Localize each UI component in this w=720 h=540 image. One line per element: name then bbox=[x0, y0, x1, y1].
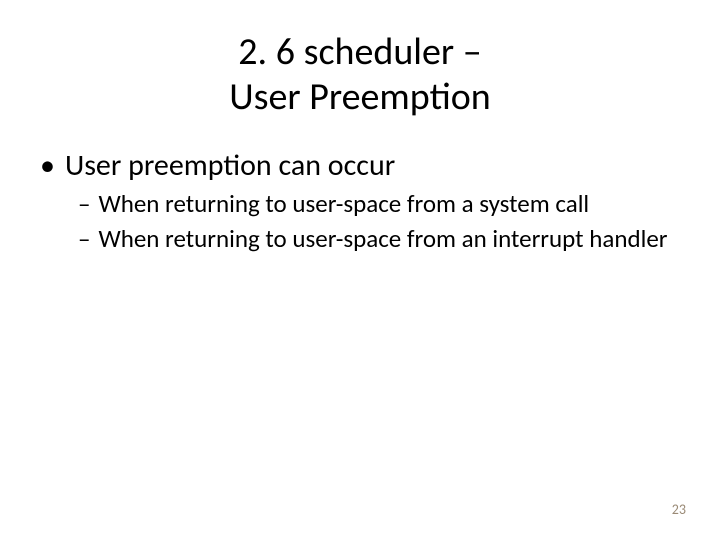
subbullet-1: – When returning to user-space from a sy… bbox=[78, 188, 680, 219]
bullet-main: • User preemption can occur bbox=[40, 148, 680, 184]
slide: 2. 6 scheduler – User Preemption • User … bbox=[0, 0, 720, 540]
bullet-marker: • bbox=[40, 148, 55, 184]
bullet-text: User preemption can occur bbox=[65, 148, 395, 184]
page-number: 23 bbox=[672, 501, 686, 518]
slide-title: 2. 6 scheduler – User Preemption bbox=[40, 30, 680, 120]
title-line-1: 2. 6 scheduler – bbox=[238, 29, 481, 75]
subbullet-marker: – bbox=[78, 188, 90, 219]
subbullet-text: When returning to user-space from an int… bbox=[98, 223, 667, 254]
title-line-2: User Preemption bbox=[229, 74, 491, 120]
subbullet-2: – When returning to user-space from an i… bbox=[78, 223, 680, 254]
subbullet-marker: – bbox=[78, 223, 90, 254]
subbullet-text: When returning to user-space from a syst… bbox=[98, 188, 589, 219]
